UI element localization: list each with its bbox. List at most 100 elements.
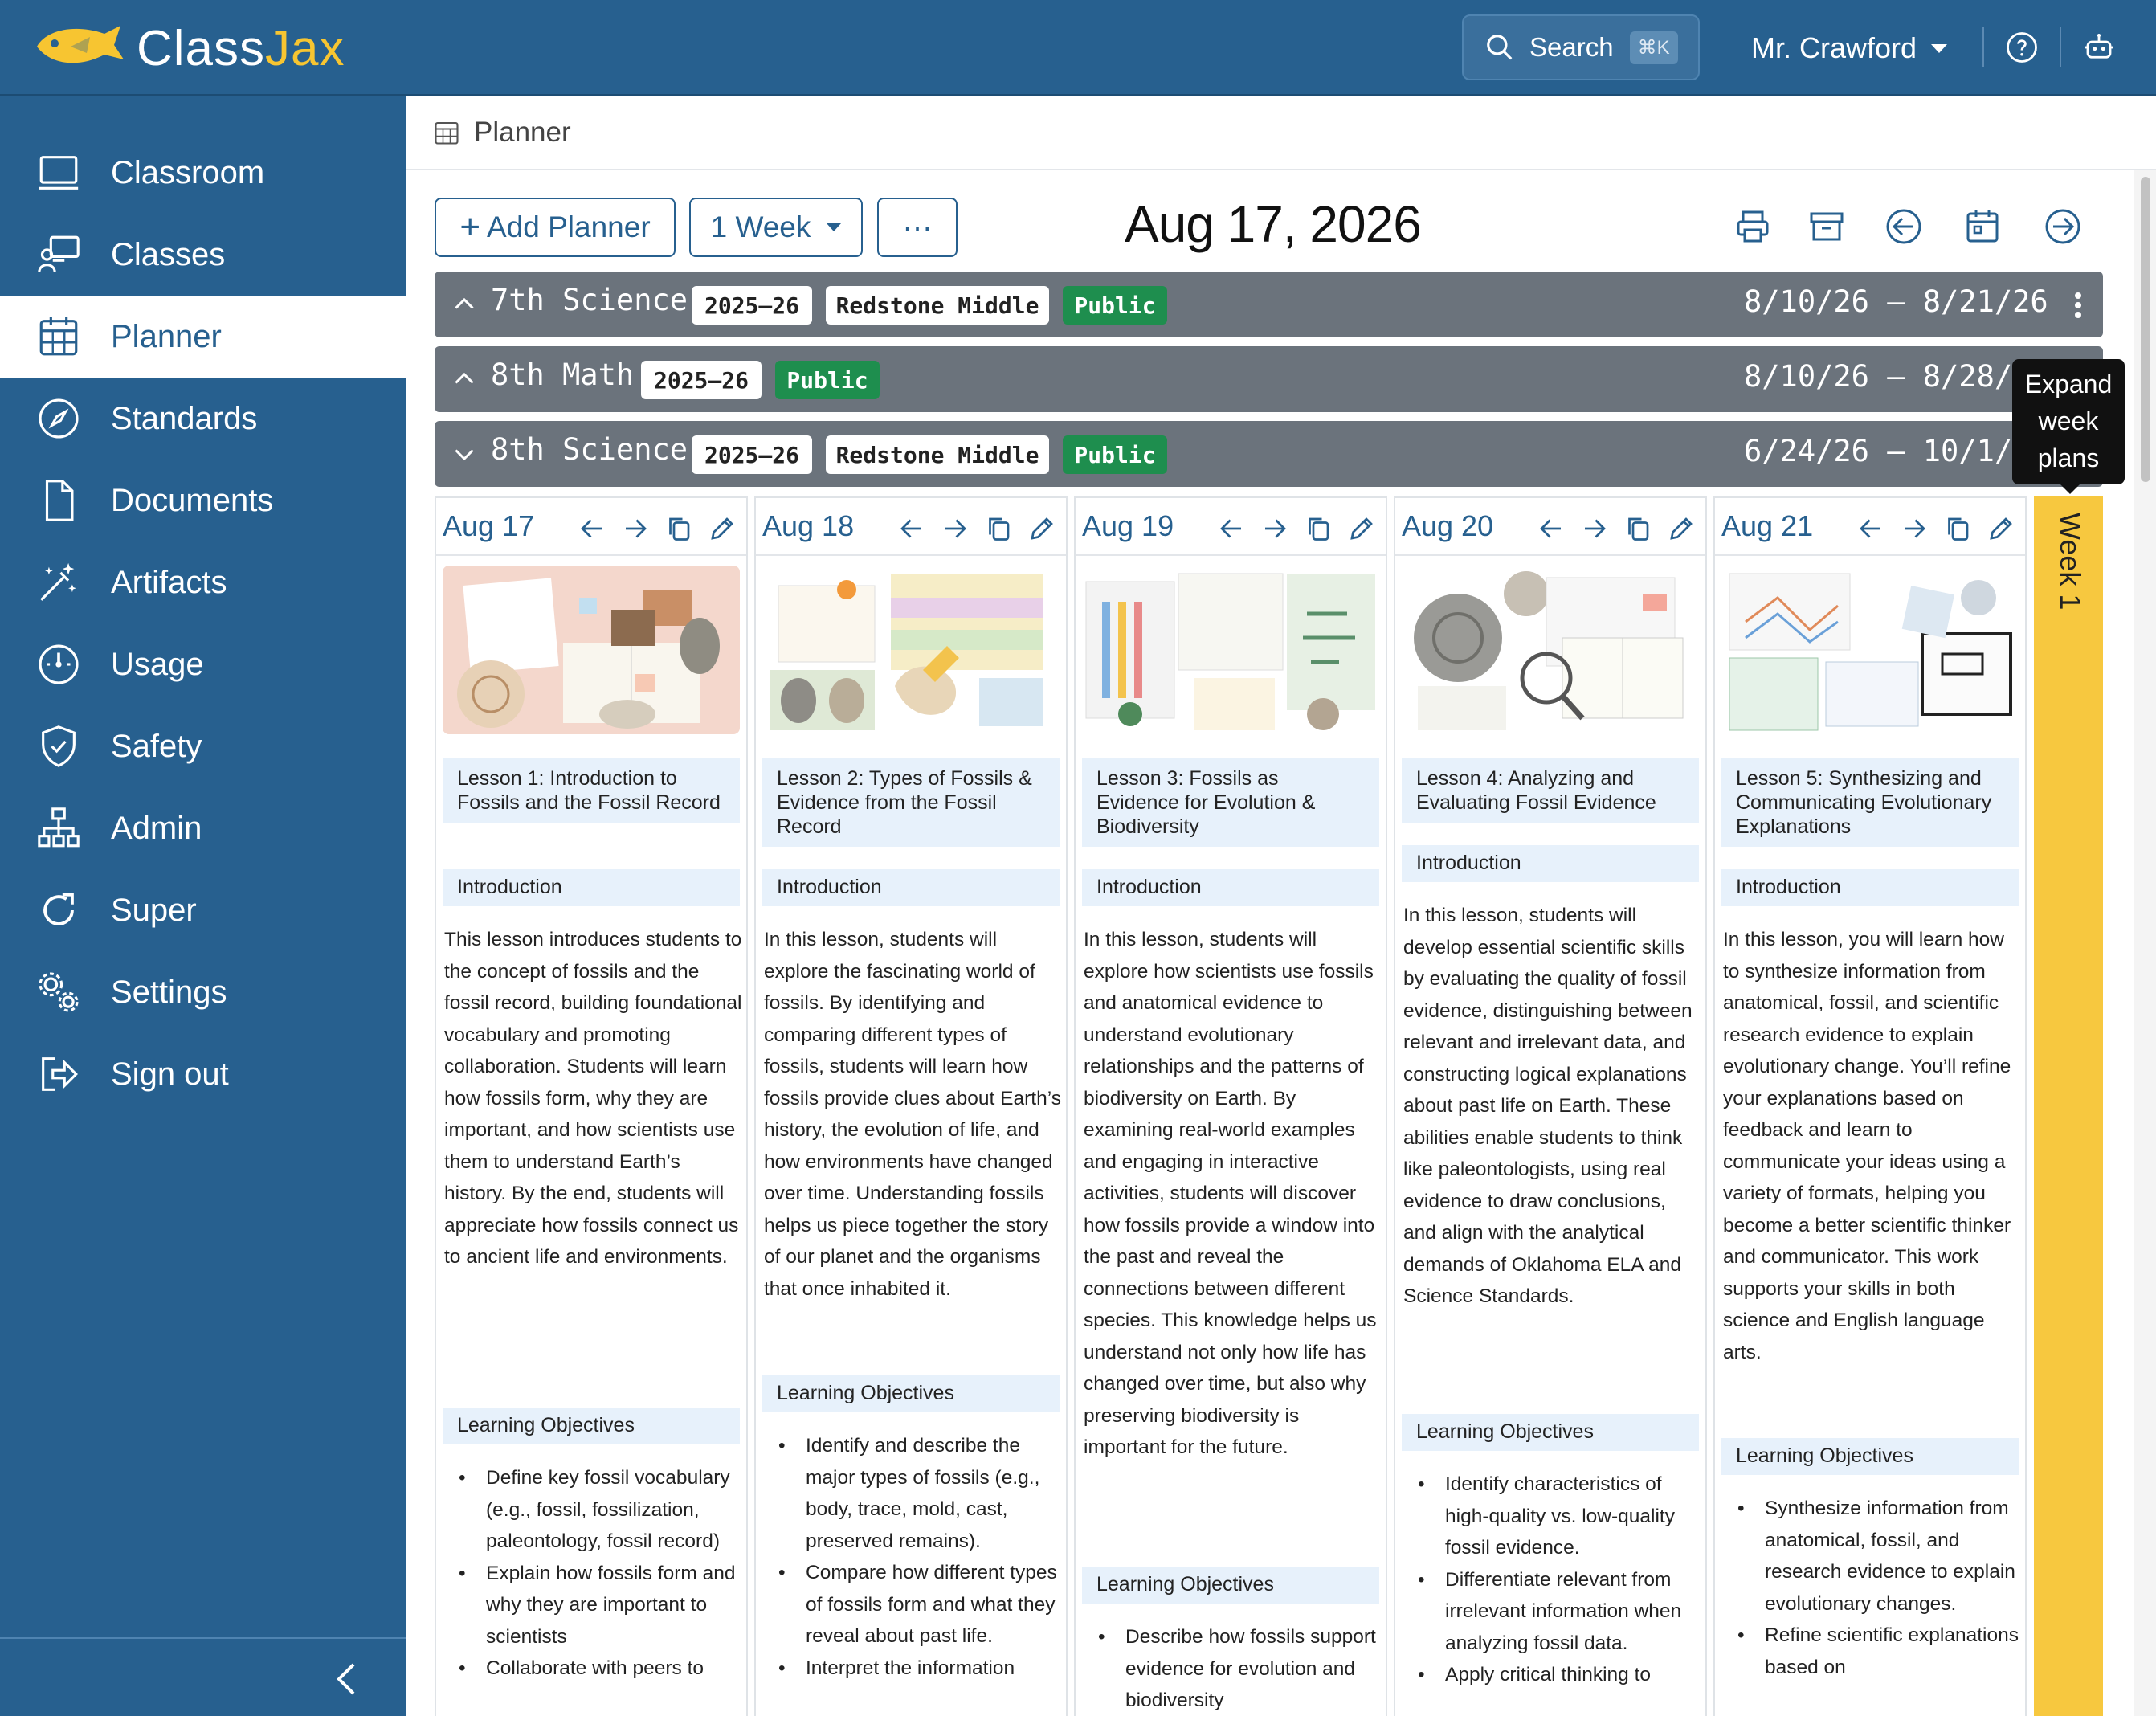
robot-icon[interactable] (2082, 31, 2116, 64)
org-chart-icon (38, 807, 80, 848)
list-item: Define key fossil vocabulary (e.g., foss… (444, 1462, 743, 1558)
sidebar-item-classroom[interactable]: Classroom (0, 132, 406, 214)
plus-icon: + (459, 207, 481, 247)
arrow-left-icon[interactable] (897, 514, 926, 543)
sidebar-item-safety[interactable]: Safety (0, 705, 406, 787)
date-range: 8/10/26 – 8/21/26 (1744, 284, 2048, 319)
shield-check-icon (42, 725, 76, 767)
sidebar-item-classes[interactable]: Classes (0, 214, 406, 296)
arrow-right-icon[interactable] (1260, 514, 1289, 543)
sidebar-item-label: Usage (111, 646, 204, 682)
section-heading: Learning Objectives (1721, 1438, 2019, 1475)
year-badge: 2025–26 (692, 286, 812, 325)
arrow-right-icon[interactable] (1900, 514, 1929, 543)
sidebar-item-admin[interactable]: Admin (0, 787, 406, 869)
sidebar-item-usage[interactable]: Usage (0, 623, 406, 705)
copy-icon[interactable] (1304, 514, 1333, 543)
edit-pencil-icon[interactable] (1347, 514, 1376, 543)
app-logo[interactable]: ClassJax (31, 16, 345, 80)
arrow-right-icon[interactable] (941, 514, 970, 543)
arrow-right-icon[interactable] (621, 514, 650, 543)
copy-icon[interactable] (1623, 514, 1652, 543)
section-heading: Introduction (762, 869, 1060, 906)
sidebar-item-label: Documents (111, 482, 274, 518)
day-date: Aug 21 (1721, 509, 1814, 542)
divider (1982, 27, 1984, 67)
chevron-down-icon[interactable] (452, 442, 476, 466)
print-icon[interactable] (1733, 207, 1772, 246)
planner-row[interactable]: 8th Science 2025–26 Redstone Middle Publ… (435, 421, 2103, 487)
search-button[interactable]: Search ⌘K (1462, 14, 1700, 80)
expand-week-toggle[interactable]: Week 1 (2034, 496, 2103, 1716)
lesson-title[interactable]: Lesson 2: Types of Fossils & Evidence fr… (762, 758, 1060, 847)
sidebar-item-sign-out[interactable]: Sign out (0, 1033, 406, 1115)
lesson-thumbnail (1402, 566, 1699, 734)
add-planner-button[interactable]: + Add Planner (435, 198, 676, 257)
scrollbar[interactable] (2134, 170, 2156, 1716)
sidebar-item-standards[interactable]: Standards (0, 378, 406, 460)
user-menu[interactable]: Mr. Crawford (1751, 24, 1948, 72)
scrollbar-thumb[interactable] (2141, 177, 2150, 482)
lesson-title[interactable]: Lesson 5: Synthesizing and Communicating… (1721, 758, 2019, 847)
day-column: Aug 18 Lesson 2: Types of Fossils & Evid… (754, 496, 1068, 1716)
list-item: Synthesize information from anatomical, … (1723, 1493, 2022, 1620)
lesson-title[interactable]: Lesson 4: Analyzing and Evaluating Fossi… (1402, 758, 1699, 823)
more-options-button[interactable]: ··· (877, 198, 958, 257)
day-column: Aug 19 Lesson 3: Fossils as Evidence for… (1074, 496, 1387, 1716)
list-item: Describe how fossils support evidence fo… (1084, 1621, 1382, 1716)
sidebar-item-label: Safety (111, 728, 202, 764)
sidebar-item-super[interactable]: Super (0, 869, 406, 951)
day-header: Aug 18 (756, 498, 1066, 556)
arrow-left-icon[interactable] (1537, 514, 1566, 543)
week-label: Week 1 (2054, 513, 2087, 611)
sidebar-item-artifacts[interactable]: Artifacts (0, 541, 406, 623)
edit-pencil-icon[interactable] (1667, 514, 1696, 543)
sidebar: Classroom Classes Planner Standards Docu… (0, 96, 406, 1716)
arrow-left-icon[interactable] (1217, 514, 1246, 543)
archive-icon[interactable] (1807, 207, 1846, 246)
arrow-left-icon[interactable] (1856, 514, 1885, 543)
kebab-menu-icon[interactable] (2070, 289, 2086, 321)
lesson-title[interactable]: Lesson 1: Introduction to Fossils and th… (443, 758, 740, 823)
planner-row[interactable]: 8th Math 2025–26 Public 8/10/26 – 8/28/2… (435, 346, 2103, 412)
sidebar-item-settings[interactable]: Settings (0, 951, 406, 1033)
chevron-up-icon[interactable] (452, 367, 476, 391)
calendar-grid-icon (435, 121, 459, 145)
range-select[interactable]: 1 Week (689, 198, 863, 257)
copy-icon[interactable] (1943, 514, 1972, 543)
lesson-title[interactable]: Lesson 3: Fossils as Evidence for Evolut… (1082, 758, 1379, 847)
sidebar-item-label: Standards (111, 400, 258, 436)
teacher-board-icon (38, 235, 80, 273)
day-header: Aug 20 (1395, 498, 1705, 556)
edit-pencil-icon[interactable] (1027, 514, 1056, 543)
section-heading: Introduction (1721, 869, 2019, 906)
section-heading: Introduction (443, 869, 740, 906)
objectives-list: Define key fossil vocabulary (e.g., foss… (444, 1462, 743, 1685)
sidebar-item-planner[interactable]: Planner (0, 296, 406, 378)
intro-text: In this lesson, students will explore th… (764, 929, 1061, 1300)
breadcrumb: Planner (406, 96, 2156, 170)
edit-pencil-icon[interactable] (708, 514, 737, 543)
arrow-right-icon[interactable] (1580, 514, 1609, 543)
calendar-icon[interactable] (1963, 207, 2002, 246)
edit-pencil-icon[interactable] (1987, 514, 2015, 543)
day-header: Aug 17 (436, 498, 746, 556)
copy-icon[interactable] (984, 514, 1013, 543)
year-badge: 2025–26 (641, 361, 762, 399)
copy-icon[interactable] (664, 514, 693, 543)
day-column: Aug 20 Lesson 4: Analyzing and Evaluatin… (1394, 496, 1707, 1716)
help-icon[interactable] (2005, 31, 2039, 64)
sidebar-item-documents[interactable]: Documents (0, 460, 406, 541)
search-label: Search (1529, 32, 1614, 62)
sidebar-item-label: Artifacts (111, 564, 227, 600)
planner-row[interactable]: 7th Science 2025–26 Redstone Middle Publ… (435, 272, 2103, 337)
chevron-up-icon[interactable] (452, 292, 476, 317)
gauge-icon (39, 644, 79, 684)
previous-week-icon[interactable] (1884, 207, 1923, 246)
magic-wand-icon (40, 562, 76, 601)
ellipsis-icon: ··· (902, 210, 933, 243)
next-week-icon[interactable] (2044, 207, 2082, 246)
sidebar-footer (0, 1637, 406, 1716)
collapse-sidebar-icon[interactable] (331, 1660, 363, 1698)
arrow-left-icon[interactable] (578, 514, 606, 543)
